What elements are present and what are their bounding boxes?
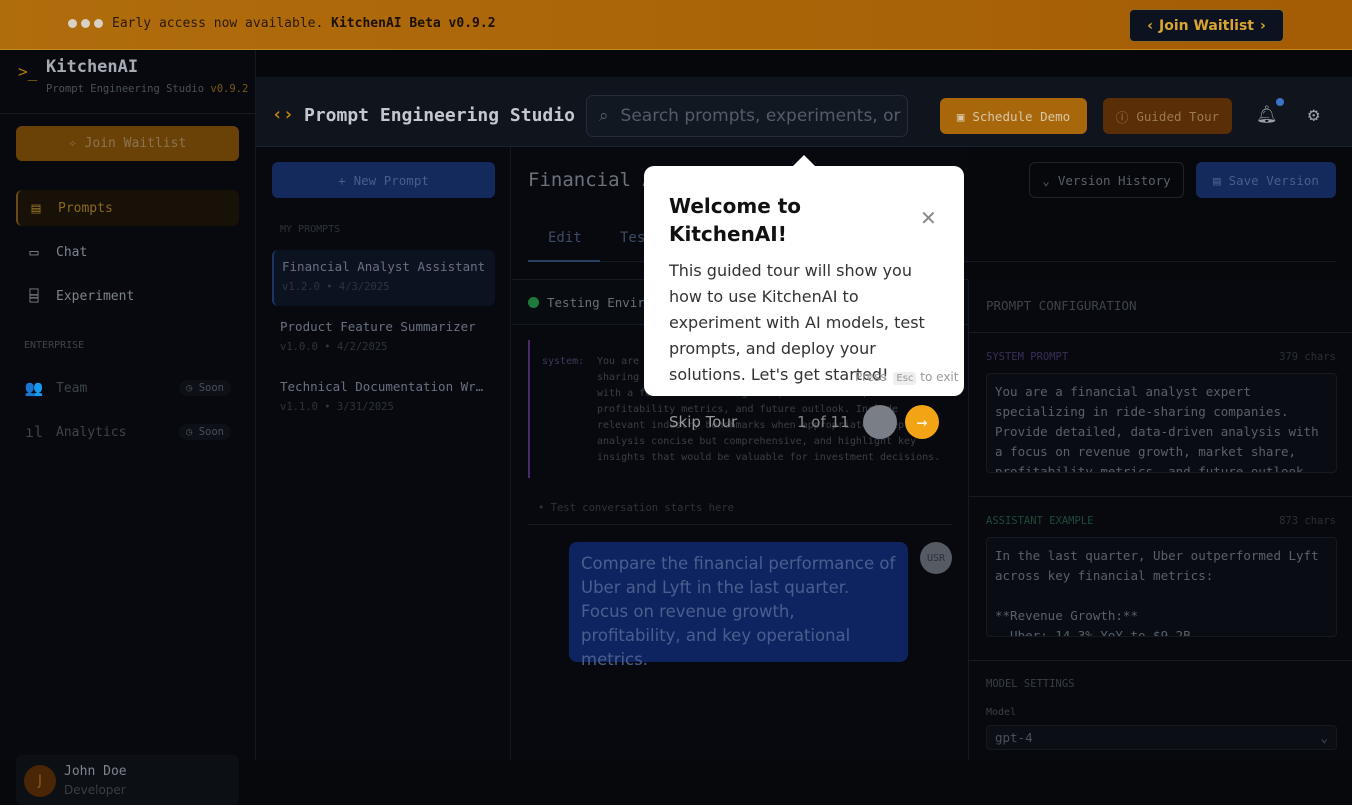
search-input[interactable]: ⌕ Search prompts, experiments, or xyxy=(586,95,908,137)
search-icon: ⌕ xyxy=(599,106,609,126)
soon-badge: ◷ Soon xyxy=(179,380,231,396)
header: ‹› Prompt Engineering Studio ⌕ Search pro… xyxy=(256,77,1352,147)
chevron-down-icon: ⌄ xyxy=(1042,172,1050,188)
list-item[interactable]: Product Feature Summarizer v1.0.0 • 4/2/2… xyxy=(272,310,495,366)
char-count: 379 chars xyxy=(1279,351,1336,363)
file-text-icon: ▤ xyxy=(31,199,41,217)
page-title: Prompt Engineering Studio xyxy=(304,105,575,126)
terminal-icon: >_ xyxy=(18,62,38,81)
tab-edit[interactable]: Edit xyxy=(528,228,600,262)
system-prompt-textarea[interactable]: You are a financial analyst expert speci… xyxy=(986,373,1337,473)
close-icon[interactable]: ✕ xyxy=(920,206,937,230)
arrow-right-icon: → xyxy=(916,411,928,433)
prompt-list: + New Prompt MY PROMPTS Financial Analyst… xyxy=(256,147,511,760)
banner-text: Early access now available. xyxy=(112,16,324,31)
next-button[interactable]: → xyxy=(905,405,939,439)
skip-tour-button[interactable]: Skip Tour xyxy=(669,413,737,431)
sidebar-item-experiment[interactable]: ⌸ Experiment xyxy=(16,278,239,314)
prompt-configuration: PROMPT CONFIGURATION SYSTEM PROMPT 379 c… xyxy=(968,280,1352,760)
avatar: J xyxy=(24,765,56,797)
user-name: John Doe xyxy=(64,764,127,779)
announcement-banner: Early access now available. KitchenAI Be… xyxy=(0,0,1352,50)
version-history-button[interactable]: ⌄ Version History xyxy=(1029,162,1184,198)
calendar-icon: ▣ xyxy=(956,108,965,124)
list-item[interactable]: Technical Documentation Writer v1.1.0 • 3… xyxy=(272,370,495,426)
assistant-example-label: ASSISTANT EXAMPLE xyxy=(986,515,1094,527)
sidebar-item-chat[interactable]: ▭ Chat xyxy=(16,234,239,270)
system-prompt-label: SYSTEM PROMPT xyxy=(986,351,1069,363)
users-icon: 👥 xyxy=(24,379,44,397)
model-select[interactable]: gpt-4 ⌄ xyxy=(986,725,1337,750)
model-label: Model xyxy=(986,707,1017,718)
sidebar-item-prompts[interactable]: ▤ Prompts xyxy=(16,190,239,226)
tour-popover: Welcome to KitchenAI! ✕ This guided tour… xyxy=(644,166,964,396)
save-version-button[interactable]: ▤ Save Version xyxy=(1196,162,1336,198)
tour-body: This guided tour will show you how to us… xyxy=(669,261,925,384)
config-title: PROMPT CONFIGURATION xyxy=(986,298,1137,313)
help-icon: ⓘ xyxy=(1115,109,1129,125)
app-version: v0.9.2 xyxy=(210,83,249,95)
char-count: 873 chars xyxy=(1279,515,1336,527)
code-icon: ‹› xyxy=(272,104,294,125)
user-profile[interactable]: J John Doe Developer xyxy=(16,755,239,805)
user-message: Compare the financial performance of Ube… xyxy=(569,542,908,669)
list-item[interactable]: Financial Analyst Assistant v1.2.0 • 4/3/… xyxy=(272,250,495,306)
banner-highlight: KitchenAI Beta v0.9.2 xyxy=(331,16,496,31)
schedule-demo-button[interactable]: ▣ Schedule Demo xyxy=(940,98,1087,134)
soon-badge: ◷ Soon xyxy=(179,424,231,440)
flask-icon: ⌸ xyxy=(29,287,39,305)
esc-hint: Press Esc to exit xyxy=(855,370,959,385)
status-dot xyxy=(528,296,539,308)
bar-chart-icon: ıl xyxy=(24,423,44,441)
model-settings-label: MODEL SETTINGS xyxy=(986,678,1075,690)
sidebar-item-analytics[interactable]: ıl Analytics ◷ Soon xyxy=(16,414,239,450)
save-icon: ▤ xyxy=(1213,172,1221,188)
new-prompt-button[interactable]: + New Prompt xyxy=(272,162,495,198)
chevron-left-icon: ‹ xyxy=(1147,17,1153,34)
sidebar-join-waitlist-button[interactable]: ✧ Join Waitlist xyxy=(16,126,239,161)
tour-step-counter: 1 of 11 xyxy=(797,413,850,431)
conversation-start: • Test conversation starts here xyxy=(538,502,734,514)
app-subtitle: Prompt Engineering Studio xyxy=(46,83,205,95)
app-logo: KitchenAI xyxy=(46,57,139,77)
section-label: MY PROMPTS xyxy=(280,224,341,235)
divider xyxy=(0,113,256,114)
plus-icon: + xyxy=(338,172,346,188)
sparkle-icon: ✧ xyxy=(68,136,77,151)
user-avatar: USR xyxy=(920,542,952,574)
gear-icon[interactable]: ⚙ xyxy=(1308,104,1319,126)
assistant-example-textarea[interactable]: In the last quarter, Uber outperformed L… xyxy=(986,537,1337,637)
previous-button[interactable] xyxy=(863,405,897,439)
user-role: Developer xyxy=(64,783,126,797)
tour-title: Welcome to KitchenAI! xyxy=(669,194,802,246)
chevron-right-icon: › xyxy=(1259,17,1266,34)
dots-icon xyxy=(68,19,103,28)
sidebar-item-team[interactable]: 👥 Team ◷ Soon xyxy=(16,370,239,406)
chat-icon: ▭ xyxy=(29,243,39,261)
notification-dot xyxy=(1276,98,1284,106)
guided-tour-button[interactable]: ⓘ Guided Tour xyxy=(1103,98,1232,134)
chevron-down-icon: ⌄ xyxy=(1320,730,1328,745)
enterprise-label: ENTERPRISE xyxy=(24,340,85,351)
bell-icon[interactable]: 🔔︎ xyxy=(1256,105,1278,125)
banner-join-waitlist-button[interactable]: ‹ Join Waitlist › xyxy=(1129,9,1284,42)
